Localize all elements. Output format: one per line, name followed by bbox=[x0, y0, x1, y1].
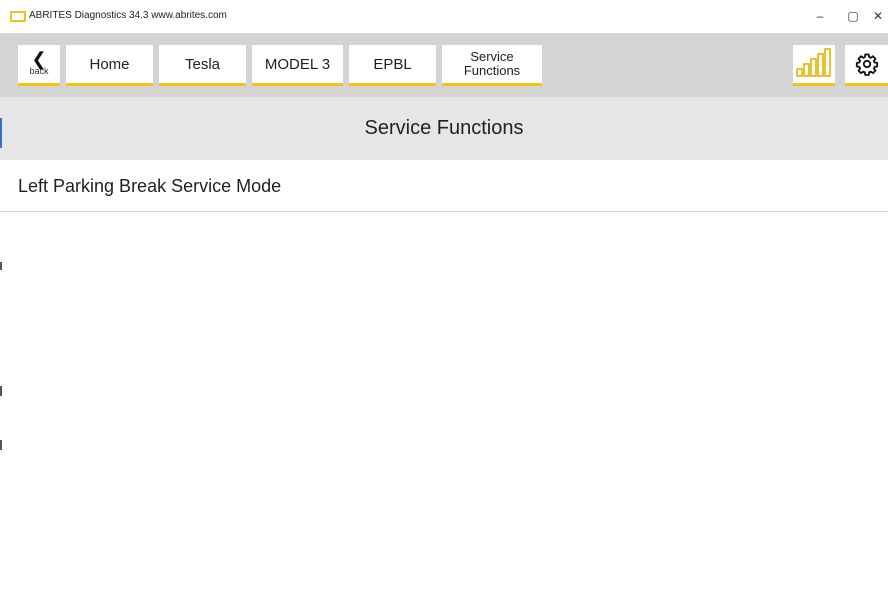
gear-icon bbox=[855, 53, 878, 76]
breadcrumb-tesla[interactable]: Tesla bbox=[159, 45, 246, 86]
section-header: Service Functions bbox=[0, 97, 888, 160]
back-label: back bbox=[29, 66, 49, 76]
breadcrumb-model[interactable]: MODEL 3 bbox=[252, 45, 343, 86]
back-button[interactable]: ❮ back bbox=[18, 45, 60, 86]
signal-strength-button[interactable] bbox=[793, 45, 835, 86]
breadcrumb-home[interactable]: Home bbox=[66, 45, 153, 86]
breadcrumb-epbl[interactable]: EPBL bbox=[349, 45, 436, 86]
window-edge-tick bbox=[0, 440, 2, 450]
nav-bar: ❮ back Home Tesla MODEL 3 EPBL Service F… bbox=[0, 34, 888, 97]
app-logo-icon bbox=[10, 11, 26, 22]
window-edge-marker bbox=[0, 118, 2, 148]
section-title: Service Functions bbox=[364, 117, 524, 139]
title-bar: ABRITES Diagnostics 34.3 www.abrites.com… bbox=[0, 0, 888, 34]
app-window: ABRITES Diagnostics 34.3 www.abrites.com… bbox=[0, 0, 888, 615]
chevron-left-icon: ❮ bbox=[31, 49, 47, 69]
maximize-button[interactable]: ▢ bbox=[841, 6, 865, 26]
list-item[interactable]: Left Parking Break Service Mode bbox=[0, 162, 888, 212]
window-title: ABRITES Diagnostics 34.3 www.abrites.com bbox=[29, 10, 227, 21]
settings-button[interactable] bbox=[845, 45, 888, 86]
window-edge-tick bbox=[0, 386, 2, 396]
breadcrumb-service-functions[interactable]: Service Functions bbox=[442, 45, 542, 86]
breadcrumb-service-functions-label: Service Functions bbox=[463, 49, 521, 78]
signal-strength-icon bbox=[796, 48, 831, 77]
window-edge-tick bbox=[0, 262, 2, 270]
list-item-label: Left Parking Break Service Mode bbox=[18, 176, 282, 196]
minimize-button[interactable]: – bbox=[808, 6, 832, 26]
close-button[interactable]: ✕ bbox=[866, 6, 888, 26]
